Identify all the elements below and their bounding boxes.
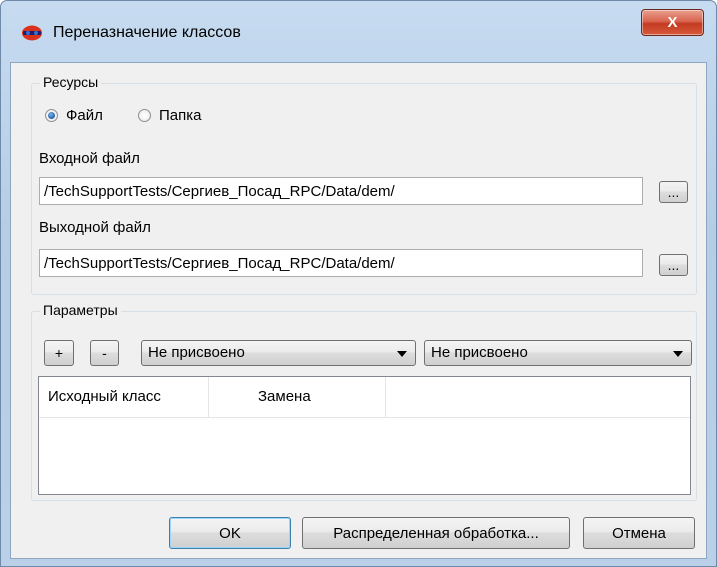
title-bar[interactable]: Переназначение классов X	[1, 1, 716, 61]
column-header-replacement[interactable]: Замена	[209, 377, 386, 417]
radio-folder-label: Папка	[159, 107, 202, 124]
chevron-down-icon	[397, 351, 407, 357]
input-file-field[interactable]: /TechSupportTests/Сергиев_Посад_RPC/Data…	[39, 177, 643, 205]
radio-folder-indicator[interactable]	[138, 109, 151, 122]
remove-mapping-button[interactable]: -	[90, 340, 119, 366]
input-browse-button[interactable]: ...	[659, 181, 688, 203]
radio-folder[interactable]: Папка	[138, 107, 201, 124]
output-file-label: Выходной файл	[39, 219, 151, 236]
output-browse-button[interactable]: ...	[659, 254, 688, 276]
source-class-value: Не присвоено	[148, 344, 245, 361]
table-header: Исходный класс Замена	[39, 377, 690, 418]
input-file-label: Входной файл	[39, 150, 140, 167]
close-icon: X	[667, 14, 678, 31]
source-class-select[interactable]: Не присвоено	[141, 340, 416, 366]
add-mapping-button[interactable]: +	[44, 340, 74, 366]
class-mapping-table[interactable]: Исходный класс Замена	[38, 376, 691, 495]
chevron-down-icon	[673, 351, 683, 357]
radio-file[interactable]: Файл	[45, 107, 103, 124]
dialog-body: Ресурсы Файл Папка Входной файл /TechSup…	[10, 62, 707, 559]
parameters-group-title: Параметры	[40, 302, 121, 318]
dialog-window: Переназначение классов X Ресурсы Файл Па…	[0, 0, 717, 567]
distributed-processing-button[interactable]: Распределенная обработка...	[302, 517, 570, 549]
app-logo-icon	[22, 25, 42, 41]
close-button[interactable]: X	[641, 9, 704, 36]
resources-group: Ресурсы Файл Папка Входной файл /TechSup…	[31, 74, 697, 295]
window-title: Переназначение классов	[53, 24, 241, 41]
target-class-select[interactable]: Не присвоено	[424, 340, 692, 366]
radio-file-label: Файл	[66, 107, 103, 124]
output-file-field[interactable]: /TechSupportTests/Сергиев_Посад_RPC/Data…	[39, 249, 643, 277]
resources-group-title: Ресурсы	[40, 74, 102, 90]
column-header-source[interactable]: Исходный класс	[39, 377, 209, 417]
cancel-button[interactable]: Отмена	[583, 517, 695, 549]
ok-button[interactable]: OK	[169, 517, 291, 549]
target-class-value: Не присвоено	[431, 344, 528, 361]
radio-file-indicator[interactable]	[45, 109, 58, 122]
parameters-group: Параметры + - Не присвоено Не присвоено …	[31, 302, 697, 501]
